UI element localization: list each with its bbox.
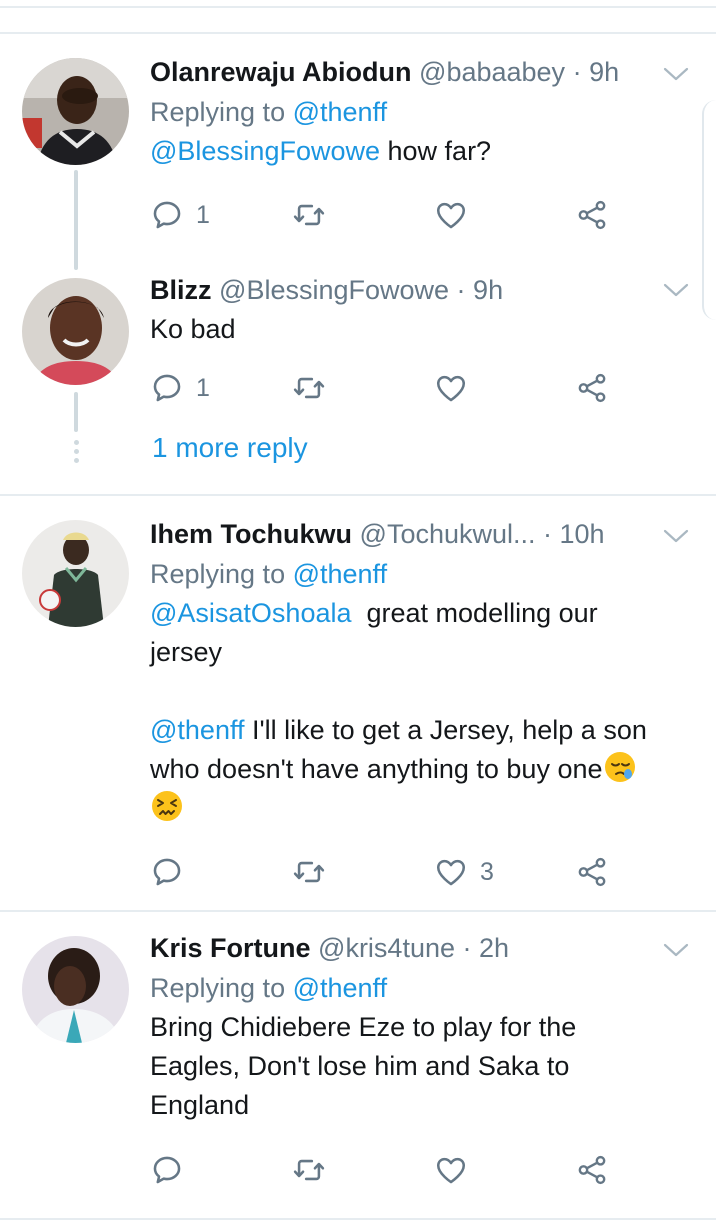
share-icon xyxy=(575,198,609,232)
reply-icon xyxy=(150,198,184,232)
mention-link[interactable]: @BlessingFowowe xyxy=(150,136,380,166)
username[interactable]: @babaabey xyxy=(419,57,565,87)
retweet-button[interactable] xyxy=(292,195,326,235)
heart-icon xyxy=(434,371,468,405)
replying-to-label: Replying to xyxy=(150,97,293,127)
avatar[interactable] xyxy=(22,520,129,627)
tweet-body-line: Bring Chidiebere Eze to play for the xyxy=(150,1012,577,1042)
retweet-icon xyxy=(292,198,326,232)
avatar[interactable] xyxy=(22,936,129,1043)
username[interactable]: @BlessingFowowe xyxy=(219,275,449,305)
tweet-header: Olanrewaju Abiodun @babaabey · 9h xyxy=(150,54,695,92)
replying-to: Replying to @thenff xyxy=(150,92,695,132)
replying-to: Replying to @thenff xyxy=(150,554,695,594)
reply-button[interactable]: 1 xyxy=(150,195,210,235)
timestamp[interactable]: 10h xyxy=(560,519,605,549)
tweet-header: Ihem Tochukwu @Tochukwul... · 10h xyxy=(150,516,695,554)
share-button[interactable] xyxy=(575,1150,609,1190)
mention-link[interactable]: @thenff xyxy=(150,715,244,745)
reply-button[interactable] xyxy=(150,852,184,892)
retweet-icon xyxy=(292,371,326,405)
display-name[interactable]: Blizz xyxy=(150,275,212,305)
tweet-body-line: great modelling our xyxy=(351,598,598,628)
chevron-down-icon[interactable] xyxy=(662,280,690,300)
replying-to-label: Replying to xyxy=(150,973,293,1003)
like-button[interactable] xyxy=(434,1150,468,1190)
tweet[interactable]: Kris Fortune @kris4tune · 2h Replying to… xyxy=(0,912,716,1218)
reply-count: 1 xyxy=(196,373,210,402)
like-button[interactable] xyxy=(434,195,468,235)
tweet-header: Kris Fortune @kris4tune · 2h xyxy=(150,930,695,968)
avatar[interactable] xyxy=(22,58,129,165)
tweet-header: Blizz @BlessingFowowe · 9h xyxy=(150,272,695,310)
like-button[interactable] xyxy=(434,368,468,408)
replying-to-label: Replying to xyxy=(150,559,293,589)
username[interactable]: @kris4tune xyxy=(318,933,455,963)
tweet-text: Ko bad xyxy=(150,314,236,344)
chevron-down-icon[interactable] xyxy=(662,64,690,84)
tweet[interactable]: Olanrewaju Abiodun @babaabey · 9h Replyi… xyxy=(0,34,716,270)
tweet-text: Bring Chidiebere Eze to play for the Eag… xyxy=(150,1008,695,1125)
tweet-body-line: Eagles, Don't lose him and Saka to xyxy=(150,1051,570,1081)
time-separator: · xyxy=(565,57,590,87)
username[interactable]: @Tochukwul... xyxy=(360,519,536,549)
avatar[interactable] xyxy=(22,278,129,385)
reply-button[interactable] xyxy=(150,1150,184,1190)
timestamp[interactable]: 2h xyxy=(479,933,509,963)
timestamp[interactable]: 9h xyxy=(589,57,619,87)
display-name[interactable]: Ihem Tochukwu xyxy=(150,519,352,549)
chevron-down-icon[interactable] xyxy=(662,526,690,546)
thread-line xyxy=(74,392,78,432)
time-separator: · xyxy=(455,933,479,963)
sleepy-face-emoji xyxy=(604,752,635,782)
share-icon xyxy=(575,371,609,405)
retweet-icon xyxy=(292,1153,326,1187)
tweet-text: @BlessingFowowe how far? xyxy=(150,132,695,171)
display-name[interactable]: Kris Fortune xyxy=(150,933,311,963)
replying-to: Replying to @thenff xyxy=(150,968,695,1008)
reply-count: 1 xyxy=(196,200,210,229)
retweet-icon xyxy=(292,855,326,889)
more-replies-dots xyxy=(72,440,80,467)
tweet[interactable]: Blizz @BlessingFowowe · 9h Ko bad 1 1 mo… xyxy=(0,264,716,492)
heart-icon xyxy=(434,855,468,889)
tweet-body-line: jersey xyxy=(150,637,223,667)
share-button[interactable] xyxy=(575,368,609,408)
tweet-body-line: England xyxy=(150,1090,250,1120)
mention-link[interactable]: @thenff xyxy=(293,559,387,589)
mention-link[interactable]: @thenff xyxy=(293,97,387,127)
timestamp[interactable]: 9h xyxy=(473,275,503,305)
share-icon xyxy=(575,1153,609,1187)
retweet-button[interactable] xyxy=(292,1150,326,1190)
time-separator: · xyxy=(449,275,474,305)
divider xyxy=(0,1218,716,1220)
thread-line xyxy=(74,170,78,270)
heart-icon xyxy=(434,1153,468,1187)
reply-icon xyxy=(150,855,184,889)
mention-link[interactable]: @thenff xyxy=(293,973,387,1003)
heart-icon xyxy=(434,198,468,232)
more-replies-link[interactable]: 1 more reply xyxy=(152,432,308,464)
mention-link[interactable]: @AsisatOshoala xyxy=(150,598,352,628)
reply-button[interactable]: 1 xyxy=(150,368,210,408)
tweet[interactable]: Ihem Tochukwu @Tochukwul... · 10h Replyi… xyxy=(0,496,716,910)
chevron-down-icon[interactable] xyxy=(662,940,690,960)
retweet-button[interactable] xyxy=(292,368,326,408)
like-button[interactable]: 3 xyxy=(434,852,494,892)
tweet-body: how far? xyxy=(380,136,492,166)
share-icon xyxy=(575,855,609,889)
top-divider xyxy=(0,6,716,8)
tweet-text: @AsisatOshoala great modelling our jerse… xyxy=(150,594,695,828)
reply-icon xyxy=(150,1153,184,1187)
share-button[interactable] xyxy=(575,852,609,892)
time-separator: · xyxy=(535,519,560,549)
confounded-face-emoji xyxy=(152,791,182,821)
share-button[interactable] xyxy=(575,195,609,235)
retweet-button[interactable] xyxy=(292,852,326,892)
display-name[interactable]: Olanrewaju Abiodun xyxy=(150,57,412,87)
tweet-body-line: who doesn't have anything to buy one xyxy=(150,754,603,784)
tweet-body-line: I'll like to get a Jersey, help a son xyxy=(244,715,647,745)
like-count: 3 xyxy=(480,857,494,886)
reply-icon xyxy=(150,371,184,405)
